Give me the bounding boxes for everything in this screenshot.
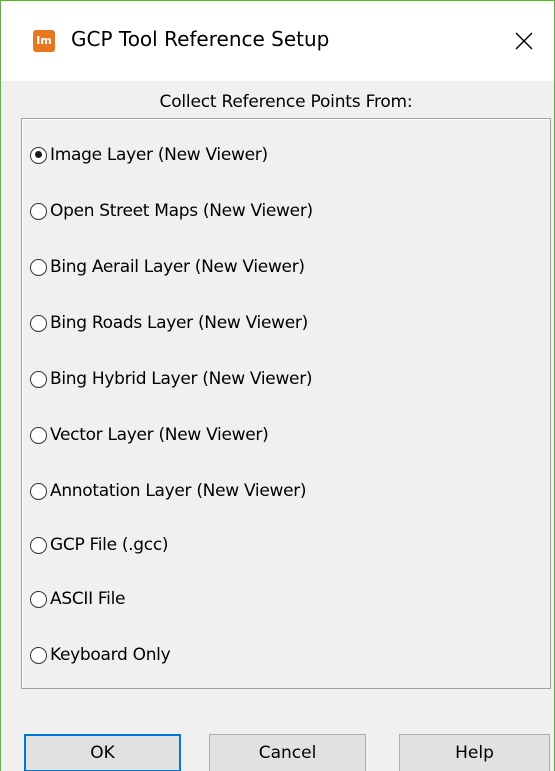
ok-button[interactable]: OK xyxy=(24,734,181,771)
radio-label: Open Street Maps (New Viewer) xyxy=(50,201,313,221)
radio-annotation-layer[interactable]: Annotation Layer (New Viewer) xyxy=(30,476,307,506)
window-title: GCP Tool Reference Setup xyxy=(71,27,330,51)
help-button[interactable]: Help xyxy=(399,734,550,771)
radio-button[interactable] xyxy=(30,314,47,332)
radio-image-layer[interactable]: Image Layer (New Viewer) xyxy=(30,140,268,170)
radio-label: Vector Layer (New Viewer) xyxy=(50,425,269,445)
group-label: Collect Reference Points From: xyxy=(159,92,413,112)
close-icon xyxy=(515,32,533,50)
radio-label: Bing Aerail Layer (New Viewer) xyxy=(50,257,305,277)
radio-bing-hybrid-layer[interactable]: Bing Hybrid Layer (New Viewer) xyxy=(30,364,313,394)
radio-open-street-maps[interactable]: Open Street Maps (New Viewer) xyxy=(30,196,313,226)
radio-ascii-file[interactable]: ASCII File xyxy=(30,584,125,614)
title-bar: Im GCP Tool Reference Setup xyxy=(1,1,554,81)
radio-button[interactable] xyxy=(30,482,47,500)
radio-gcp-file[interactable]: GCP File (.gcc) xyxy=(30,530,169,560)
radio-bing-roads-layer[interactable]: Bing Roads Layer (New Viewer) xyxy=(30,308,308,338)
radio-label: Bing Roads Layer (New Viewer) xyxy=(50,313,308,333)
cancel-button[interactable]: Cancel xyxy=(209,734,366,771)
radio-label: ASCII File xyxy=(50,589,126,609)
close-button[interactable] xyxy=(506,21,542,61)
radio-button-checked[interactable] xyxy=(30,146,47,164)
radio-button[interactable] xyxy=(30,426,47,444)
radio-label: Annotation Layer (New Viewer) xyxy=(50,481,307,501)
radio-button[interactable] xyxy=(30,646,47,664)
radio-button[interactable] xyxy=(30,202,47,220)
app-icon: Im xyxy=(33,30,55,52)
radio-label: Keyboard Only xyxy=(50,645,171,665)
radio-button[interactable] xyxy=(30,590,47,608)
radio-label: GCP File (.gcc) xyxy=(50,535,169,555)
radio-label: Image Layer (New Viewer) xyxy=(50,145,268,165)
radio-vector-layer[interactable]: Vector Layer (New Viewer) xyxy=(30,420,269,450)
radio-bing-aerial-layer[interactable]: Bing Aerail Layer (New Viewer) xyxy=(30,252,305,282)
radio-button[interactable] xyxy=(30,370,47,388)
radio-keyboard-only[interactable]: Keyboard Only xyxy=(30,640,171,670)
dialog-window: Im GCP Tool Reference Setup Collect Refe… xyxy=(0,0,555,771)
radio-button[interactable] xyxy=(30,536,47,554)
radio-label: Bing Hybrid Layer (New Viewer) xyxy=(50,369,313,389)
radio-button[interactable] xyxy=(30,258,47,276)
